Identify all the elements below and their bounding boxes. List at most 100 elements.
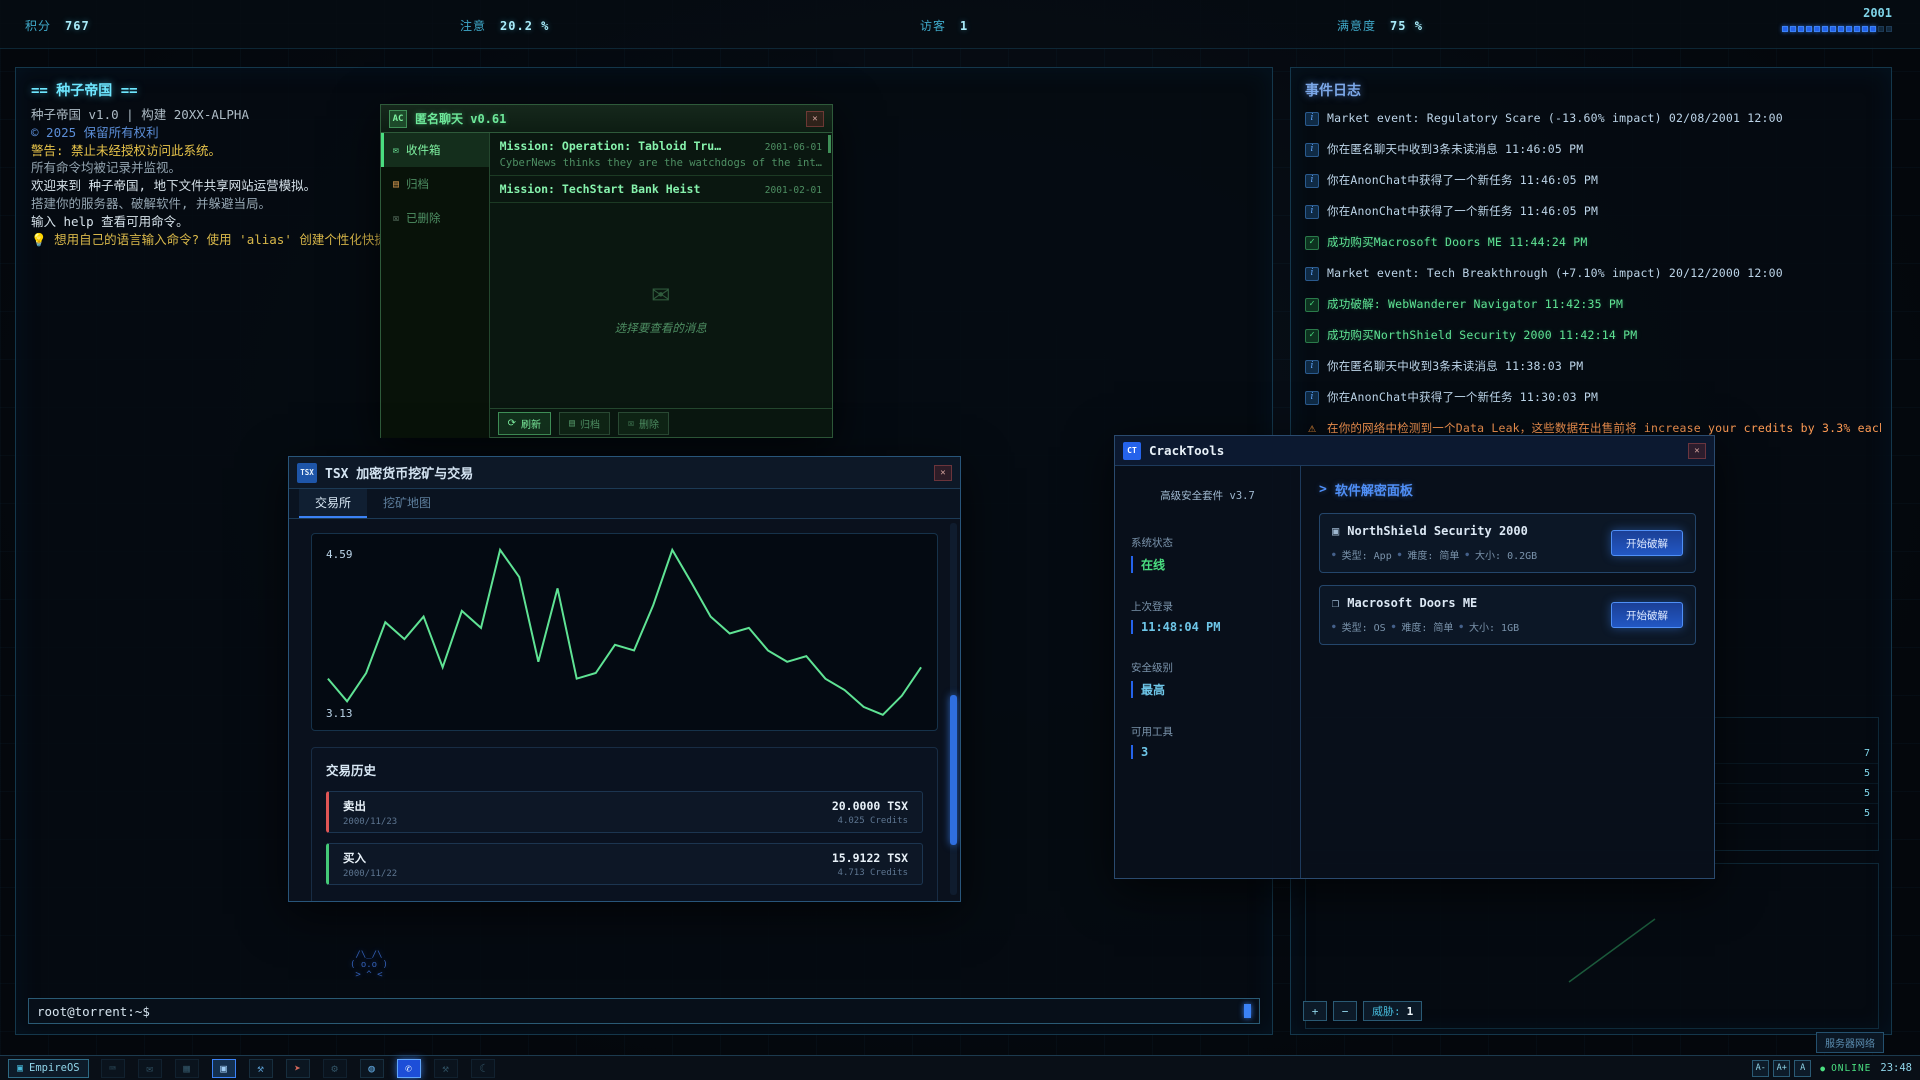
tsx-tab-exchange[interactable]: 交易所 xyxy=(299,489,367,518)
event-log-text: 成功破解: WebWanderer Navigator 11:42:35 PM xyxy=(1327,296,1623,313)
message-date: 2001-06-01 xyxy=(765,142,822,153)
system-stat: 上次登录11:48:04 PM xyxy=(1131,599,1284,634)
event-log-entry: i你在匿名聊天中收到3条未读消息 11:38:03 PM xyxy=(1305,358,1881,375)
bullet-icon: ● xyxy=(1332,623,1336,630)
taskbar-clock: 23:48 xyxy=(1880,1062,1912,1074)
meta-item: 大小: 1GB xyxy=(1469,619,1519,634)
font-decrease-button[interactable]: A- xyxy=(1752,1060,1769,1077)
event-log-text: 你在匿名聊天中收到3条未读消息 11:38:03 PM xyxy=(1327,358,1583,375)
settings-icon[interactable]: ⚙ xyxy=(323,1059,347,1078)
tsx-titlebar[interactable]: TSX TSX 加密货币挖矿与交易 ✕ xyxy=(289,457,960,489)
chat-tab-inbox[interactable]: ✉收件箱 xyxy=(381,133,489,167)
trade-credits: 4.025 Credits xyxy=(832,816,908,826)
terminal-icon[interactable]: ⌨ xyxy=(101,1059,125,1078)
tsx-tab-mining[interactable]: 挖矿地图 xyxy=(367,489,447,518)
trash-icon: ☒ xyxy=(628,418,634,429)
tools-icon[interactable]: ⚒ xyxy=(434,1059,458,1078)
year-progress-dot xyxy=(1886,26,1892,32)
attention-stat: 注意20.2 % xyxy=(460,17,549,34)
satisfaction-label: 满意度 xyxy=(1337,19,1376,33)
close-icon[interactable]: ✕ xyxy=(806,111,824,127)
chat-tab-deleted[interactable]: ☒已删除 xyxy=(381,201,489,235)
start-crack-button[interactable]: 开始破解 xyxy=(1611,530,1683,556)
archive-button[interactable]: ▤归档 xyxy=(559,412,610,435)
idle-icon[interactable]: ☾ xyxy=(471,1059,495,1078)
chat-tab-archive[interactable]: ▤归档 xyxy=(381,167,489,201)
stat-label: 系统状态 xyxy=(1131,535,1284,550)
cell-value: 7 xyxy=(1864,748,1870,759)
cracktools-window: CT CrackTools ✕ 高级安全套件 v3.7 系统状态在线上次登录11… xyxy=(1114,435,1715,879)
status-bar: 积分767 注意20.2 % 访客1 满意度75 % 2001 xyxy=(0,0,1920,49)
satisfaction-value: 75 % xyxy=(1390,19,1423,33)
font-reset-button[interactable]: A xyxy=(1794,1060,1811,1077)
mail-icon[interactable]: ✉ xyxy=(138,1059,162,1078)
chat-message-row[interactable]: Mission: TechStart Bank Heist2001-02-01 xyxy=(490,176,832,203)
taskbar-tray: A-A+A ● ONLINE 23:48 xyxy=(1752,1060,1912,1077)
tsx-badge: TSX xyxy=(297,463,317,483)
event-log-text: 你在AnonChat中获得了一个新任务 11:30:03 PM xyxy=(1327,389,1598,406)
start-menu-label: EmpireOS xyxy=(29,1062,80,1074)
points-stat: 积分767 xyxy=(25,17,90,34)
envelope-icon: ✉ xyxy=(652,275,670,310)
files-icon[interactable]: ▣ xyxy=(212,1059,236,1078)
anonchat-badge: AC xyxy=(389,110,407,128)
cursor-icon[interactable]: ➤ xyxy=(286,1059,310,1078)
chat-icon[interactable]: ✆ xyxy=(397,1059,421,1078)
build-icon[interactable]: ⚒ xyxy=(249,1059,273,1078)
anonchat-titlebar[interactable]: AC 匿名聊天 v0.61 ✕ xyxy=(381,105,832,133)
empty-state-text: 选择要查看的消息 xyxy=(615,320,707,336)
terminal-line: © 2025 保留所有权利 xyxy=(31,124,412,142)
cracktools-titlebar[interactable]: CT CrackTools ✕ xyxy=(1115,436,1714,466)
anonchat-toolbar: ⟳刷新 ▤归档 ☒ 删除 xyxy=(490,408,832,438)
terminal-output: 种子帝国 v1.0 | 构建 20XX-ALPHA© 2025 保留所有权利警告… xyxy=(31,106,412,248)
event-log-text: 成功购买Macrosoft Doors ME 11:44:24 PM xyxy=(1327,234,1588,251)
trade-side-label: 买入 xyxy=(343,850,397,866)
event-log-text: 你在AnonChat中获得了一个新任务 11:46:05 PM xyxy=(1327,172,1598,189)
terminal-prompt: root@torrent:~$ xyxy=(37,1004,150,1019)
attention-label: 注意 xyxy=(460,19,486,33)
tsx-content: 4.59 3.13 交易历史 卖出2000/11/2320.0000 TSX4.… xyxy=(289,519,960,902)
threat-label: 威胁: xyxy=(1372,1003,1401,1019)
threat-indicator: 威胁: 1 xyxy=(1363,1001,1422,1021)
font-increase-button[interactable]: A+ xyxy=(1773,1060,1790,1077)
apps-icon[interactable]: ▦ xyxy=(175,1059,199,1078)
network-icon[interactable]: ◍ xyxy=(360,1059,384,1078)
start-crack-button[interactable]: 开始破解 xyxy=(1611,602,1683,628)
terminal-line: 种子帝国 v1.0 | 构建 20XX-ALPHA xyxy=(31,106,412,124)
button-label: 归档 xyxy=(580,416,600,431)
inbox-icon: ✉ xyxy=(393,145,399,156)
close-icon[interactable]: ✕ xyxy=(934,465,952,481)
meta-item: 难度: 简单 xyxy=(1401,619,1453,634)
trade-left: 买入2000/11/22 xyxy=(343,850,397,879)
year-progress-dot xyxy=(1830,26,1836,32)
os-icon: ❒ xyxy=(1332,596,1339,610)
cracktools-sidebar: 高级安全套件 v3.7 系统状态在线上次登录11:48:04 PM安全级别最高可… xyxy=(1115,466,1301,878)
online-label: ONLINE xyxy=(1831,1063,1871,1074)
chat-message-row[interactable]: Mission: Operation: Tabloid Tru…2001-06-… xyxy=(490,133,832,176)
cat-ascii-art: /\_/\ ( o.o ) > ^ < xyxy=(350,950,388,980)
tsx-title: TSX 加密货币挖矿与交易 xyxy=(325,463,473,482)
decrypt-panel-header: > 软件解密面板 xyxy=(1319,480,1696,499)
terminal-input[interactable]: root@torrent:~$ xyxy=(28,998,1260,1024)
close-icon[interactable]: ✕ xyxy=(1688,443,1706,459)
event-log-text: 成功购买NorthShield Security 2000 11:42:14 P… xyxy=(1327,327,1637,344)
button-label: 删除 xyxy=(639,416,659,431)
tsx-tab-bar: 交易所挖矿地图 xyxy=(289,489,960,519)
refresh-button[interactable]: ⟳刷新 xyxy=(498,412,551,435)
server-network-button[interactable]: 服务器网络 xyxy=(1816,1032,1884,1053)
desktop: 积分767 注意20.2 % 访客1 满意度75 % 2001 == 种子帝国 … xyxy=(0,0,1920,1080)
chat-tab-label: 归档 xyxy=(406,176,429,192)
info-icon: i xyxy=(1305,267,1319,281)
taskbar: ▣ EmpireOS ⌨✉▦▣⚒➤⚙◍✆⚒☾ A-A+A ● ONLINE 23… xyxy=(0,1055,1920,1080)
delete-button[interactable]: ☒ 删除 xyxy=(618,412,669,435)
start-menu-button[interactable]: ▣ EmpireOS xyxy=(8,1059,89,1078)
event-log-text: Market event: Regulatory Scare (-13.60% … xyxy=(1327,110,1783,127)
tsx-scrollbar-thumb[interactable] xyxy=(950,695,957,845)
terminal-line: 搭建你的服务器、破解软件, 并躲避当局。 xyxy=(31,195,412,213)
chat-scrollbar-thumb[interactable] xyxy=(828,135,831,153)
success-check-icon: ✓ xyxy=(1305,329,1319,343)
info-icon: i xyxy=(1305,143,1319,157)
year-progress-dot xyxy=(1846,26,1852,32)
threat-increase-button[interactable]: + xyxy=(1303,1001,1327,1021)
threat-decrease-button[interactable]: − xyxy=(1333,1001,1357,1021)
